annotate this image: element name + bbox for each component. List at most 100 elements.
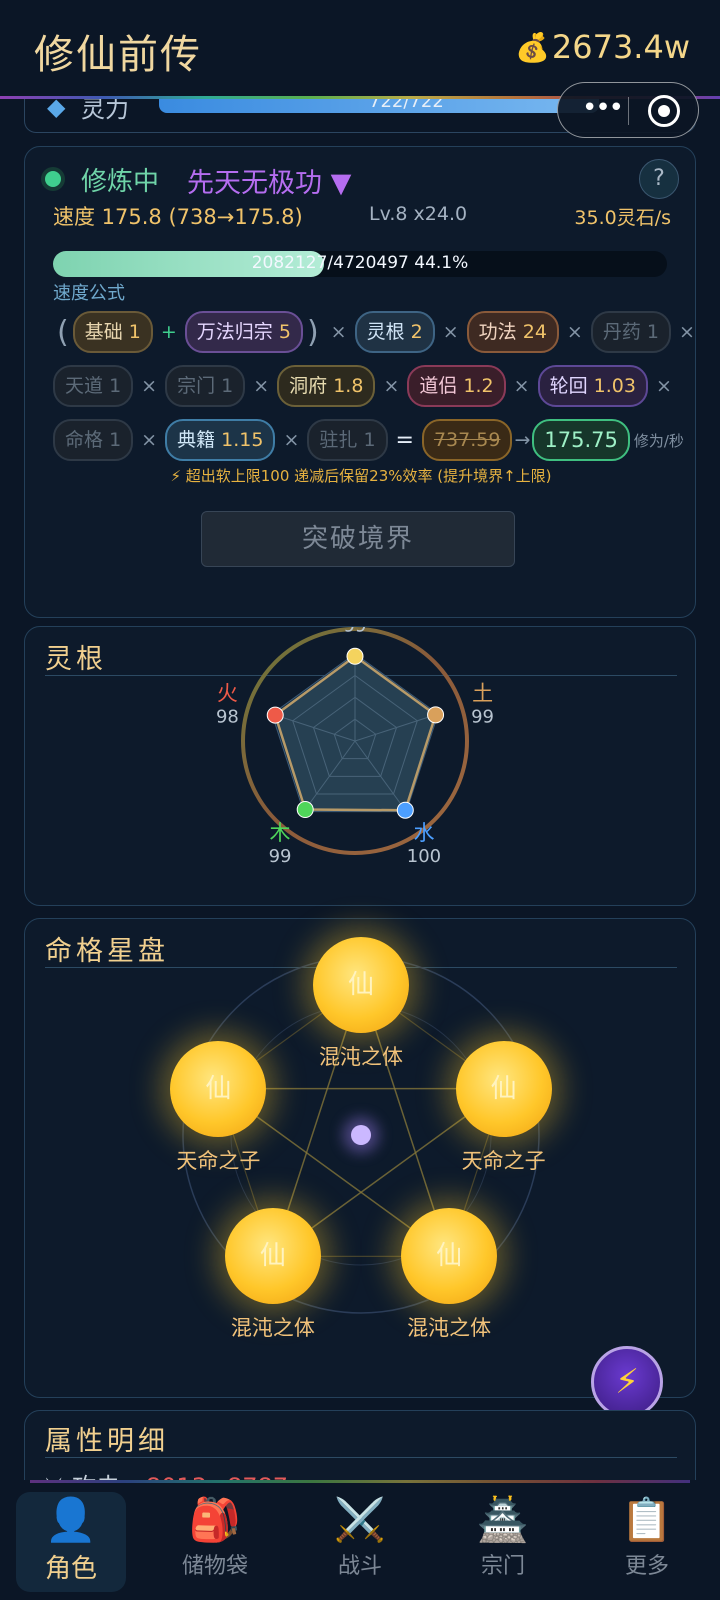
factor-pill[interactable]: 丹药 1 <box>590 311 671 353</box>
title-rule <box>45 1457 677 1458</box>
radar-point-0 <box>346 647 364 665</box>
skill-level: Lv.8 x24.0 <box>369 203 468 225</box>
nav-label: 战斗 <box>337 1554 382 1579</box>
factor-gongfa[interactable]: 功法 24 <box>466 311 559 353</box>
nav-divider <box>30 1480 690 1483</box>
nav-label: 角色 <box>44 1554 97 1584</box>
nav-label: 储物袋 <box>181 1554 248 1579</box>
destiny-slot-label: 混沌之体 <box>319 1045 403 1069</box>
times-op: × <box>679 321 695 343</box>
clipboard-icon: 📋 <box>620 1495 674 1544</box>
radar-data-area <box>273 654 438 812</box>
factor-mingge[interactable]: 命格 1 <box>53 419 134 461</box>
miniprogram-capsule: ••• <box>557 82 699 138</box>
star-center-icon <box>351 1125 371 1145</box>
destiny-orb[interactable]: 仙 <box>401 1208 498 1305</box>
destiny-orb[interactable]: 仙 <box>170 1040 267 1137</box>
stone-rate: 35.0灵石/s <box>574 207 671 229</box>
destiny-orb[interactable]: 仙 <box>455 1040 552 1137</box>
factor-daolv[interactable]: 道侣 1.2 <box>407 365 506 407</box>
cultivation-status: 修炼中 <box>81 167 160 197</box>
formula-label: 速度公式 <box>53 283 125 304</box>
gold-amount: 2673.4w <box>551 28 690 66</box>
diamond-icon: ◆ <box>47 99 66 121</box>
factor-lunhui[interactable]: 轮回 1.03 <box>537 365 648 407</box>
close-target-icon[interactable] <box>648 95 680 127</box>
backpack-icon: 🎒 <box>188 1495 242 1544</box>
radar-element-label: 土 <box>472 682 493 706</box>
factor-wanfa[interactable]: 万法归宗 5 <box>184 311 303 353</box>
open-paren: ( <box>57 314 69 350</box>
factor-station[interactable]: 驻扎 1 <box>307 419 388 461</box>
bottom-nav: 👤 角色 🎒 储物袋 ⚔️ 战斗 🏯 宗门 📋 更多 <box>0 1480 720 1600</box>
help-button[interactable]: ? <box>639 159 679 199</box>
spirit-value: 722/722 <box>369 99 444 112</box>
formula-row-1: ( 基础 1 + 万法归宗 5 ) × 灵根 2 × 功法 24 × 丹药 1 … <box>53 311 703 353</box>
arrow-op: → <box>514 429 531 451</box>
crossed-swords-icon: ⚔️ <box>333 1495 387 1544</box>
nav-bag[interactable]: 🎒 储物袋 <box>160 1492 270 1592</box>
times-op: × <box>141 429 158 451</box>
nav-label: 更多 <box>624 1554 669 1579</box>
destiny-orb[interactable]: 仙 <box>313 937 409 1033</box>
equals-op: = <box>395 427 414 453</box>
nav-more[interactable]: 📋 更多 <box>592 1492 702 1592</box>
times-op: × <box>442 321 459 343</box>
times-op: × <box>141 375 158 397</box>
destiny-slot-label: 天命之子 <box>176 1148 261 1173</box>
nav-sect[interactable]: 🏯 宗门 <box>448 1492 558 1592</box>
times-op: × <box>283 429 300 451</box>
factor-sect[interactable]: 宗门 1 <box>165 365 246 407</box>
radar-element-value: 99 <box>344 627 367 637</box>
gold-display: 💰 2673.4w <box>515 28 690 66</box>
radar-point-1 <box>427 706 445 724</box>
nav-battle[interactable]: ⚔️ 战斗 <box>305 1492 415 1592</box>
times-op: × <box>253 375 270 397</box>
destiny-panel: 命格星盘 仙混沌之体仙天命之子仙混沌之体仙混沌之体仙天命之子 <box>24 918 696 1398</box>
money-bag-icon: 💰 <box>514 30 550 64</box>
radar-element-value: 98 <box>216 707 239 728</box>
radar-element-label: 火 <box>217 682 238 706</box>
radar-element-value: 99 <box>269 846 292 867</box>
nav-character[interactable]: 👤 角色 <box>16 1492 126 1592</box>
factor-book[interactable]: 典籍 1.15 <box>165 419 276 461</box>
destiny-slot-label: 天命之子 <box>461 1148 546 1173</box>
spirit-root-panel: 灵根 金99土99水100木99火98 <box>24 626 696 906</box>
radar-element-value: 99 <box>471 707 494 728</box>
times-op: × <box>330 321 347 343</box>
radar-point-4 <box>266 706 284 724</box>
softcap-warning: ⚡ 超出软上限100 递减后保留23%效率 (提升境界↑上限) <box>170 467 552 485</box>
factor-basic[interactable]: 基础 1 <box>72 311 153 353</box>
more-dots-icon[interactable]: ••• <box>582 93 624 123</box>
breakthrough-button[interactable]: 突破境界 <box>201 511 515 567</box>
factor-cave[interactable]: 洞府 1.8 <box>277 365 376 407</box>
spirit-root-radar: 金99土99水100木99火98 <box>216 627 494 867</box>
times-op: × <box>566 321 583 343</box>
times-op: × <box>513 375 530 397</box>
skill-selector[interactable]: 先天无极功 ▼ <box>187 161 351 200</box>
close-paren: ) <box>306 314 319 350</box>
character-icon: 👤 <box>44 1495 98 1544</box>
formula-row-3: 命格 1 × 典籍 1.15 × 驻扎 1 = 737.59 → 175.75 … <box>53 419 684 461</box>
cultivation-progress-bar: 2082127/4720497 44.1% <box>53 251 667 277</box>
radar-element-label: 水 <box>413 821 434 845</box>
factor-tiandao[interactable]: 天道 1 <box>53 365 134 407</box>
plus-op: + <box>160 321 177 343</box>
times-op: × <box>383 375 400 397</box>
destiny-orb[interactable]: 仙 <box>224 1208 321 1305</box>
final-speed: 175.75 <box>532 419 630 461</box>
attributes-title: 属性明细 <box>45 1426 169 1457</box>
times-op: × <box>655 375 672 397</box>
cultivation-panel: 修炼中 先天无极功 ▼ ? 速度 175.8 (738→175.8) Lv.8 … <box>24 146 696 618</box>
factor-root[interactable]: 灵根 2 <box>354 311 435 353</box>
progress-text: 2082127/4720497 44.1% <box>251 253 469 273</box>
radar-element-value: 100 <box>407 846 441 867</box>
status-indicator-icon <box>45 171 61 187</box>
spirit-bar: 722/722 <box>159 99 599 113</box>
lightning-icon[interactable]: ⚡ <box>591 1346 663 1418</box>
temple-icon: 🏯 <box>476 1495 530 1544</box>
speed-unit: 修为/秒 <box>633 431 684 450</box>
raw-speed: 737.59 <box>421 419 513 461</box>
nav-label: 宗门 <box>480 1554 525 1579</box>
capsule-divider <box>628 97 629 125</box>
